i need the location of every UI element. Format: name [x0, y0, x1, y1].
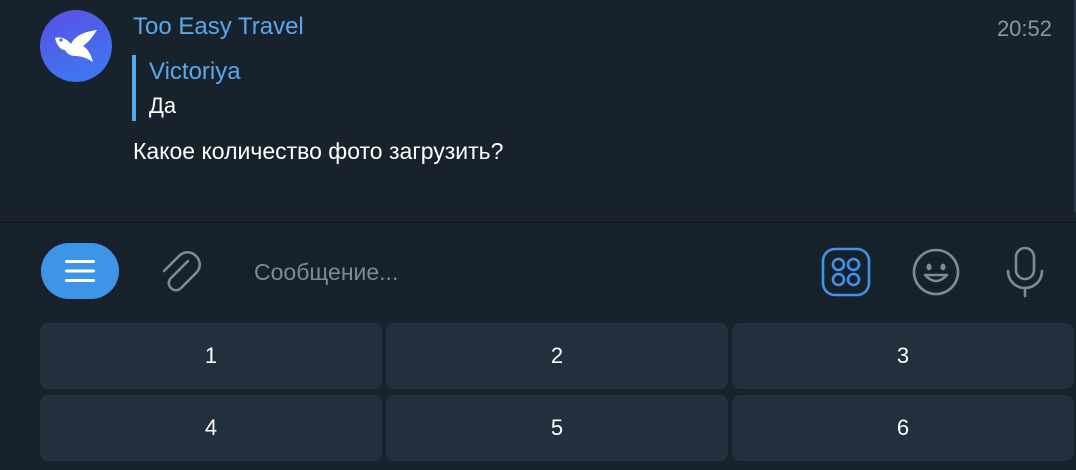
keyboard-button-3[interactable]: 3 — [732, 323, 1074, 389]
message-input[interactable] — [252, 253, 776, 291]
avatar[interactable] — [40, 10, 112, 82]
reply-text: Да — [149, 93, 177, 118]
keyboard-button-2[interactable]: 2 — [386, 323, 728, 389]
message-time: 20:52 — [996, 16, 1052, 41]
bot-commands-icon — [821, 247, 871, 297]
keyboard-button-1[interactable]: 1 — [40, 323, 382, 389]
attach-button[interactable] — [156, 247, 206, 297]
microphone-icon — [1006, 246, 1044, 298]
message-text: Какое количество фото загрузить? — [133, 138, 504, 164]
menu-icon — [65, 260, 95, 282]
keyboard-button-5[interactable]: 5 — [386, 395, 728, 461]
reply-quote[interactable]: Victoriya Да — [132, 55, 241, 121]
keyboard-button-4[interactable]: 4 — [40, 395, 382, 461]
reply-author: Victoriya — [149, 58, 241, 85]
menu-button[interactable] — [41, 243, 119, 299]
paperclip-icon — [162, 250, 202, 292]
composer — [0, 223, 1076, 318]
bot-commands-button[interactable] — [821, 247, 871, 297]
voice-button[interactable] — [1002, 245, 1048, 299]
smile-icon — [912, 248, 960, 296]
emoji-button[interactable] — [911, 247, 961, 297]
bird-icon — [55, 30, 97, 62]
sender-name[interactable]: Too Easy Travel — [133, 13, 304, 41]
reply-keyboard: 1 2 3 4 5 6 — [0, 318, 1076, 470]
chat-area: Too Easy Travel 20:52 Victoriya Да Какое… — [0, 0, 1076, 222]
keyboard-button-6[interactable]: 6 — [732, 395, 1074, 461]
